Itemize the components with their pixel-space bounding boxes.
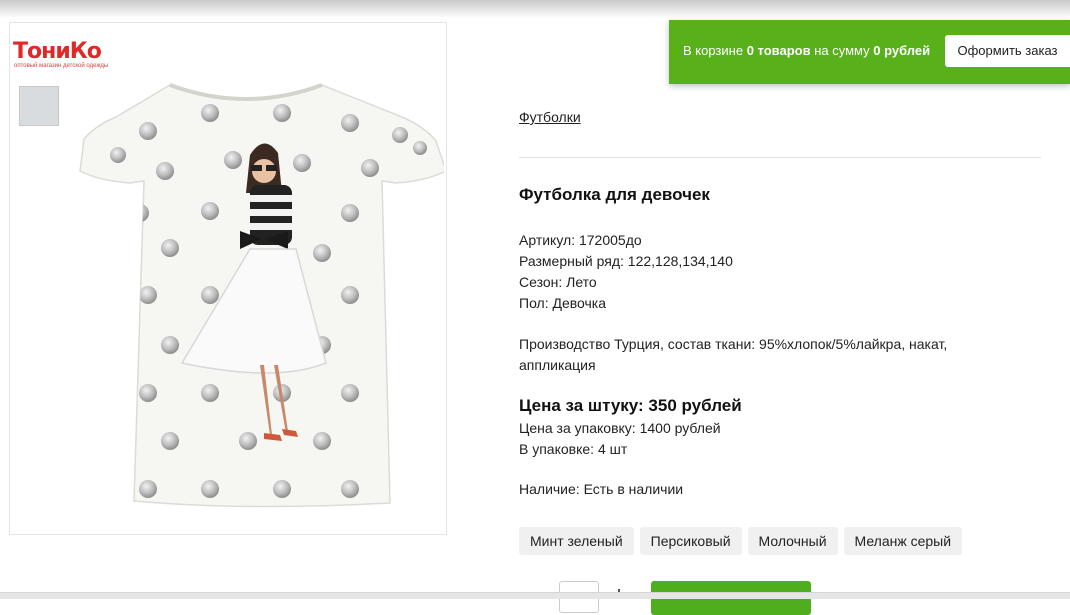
divider xyxy=(519,157,1041,158)
cart-banner: В корзине 0 товаров на сумму 0 рублей Оф… xyxy=(669,20,1070,84)
color-option-peach[interactable]: Персиковый xyxy=(639,527,742,555)
color-option-melange-grey[interactable]: Меланж серый xyxy=(843,527,963,555)
product-gallery: ТониКо оптовый магазин детской одежды xyxy=(9,22,447,535)
product-specs: Артикул: 172005до Размерный ряд: 122,128… xyxy=(519,230,733,314)
cart-total: 0 рублей xyxy=(873,43,931,58)
product-image[interactable] xyxy=(50,63,444,533)
article-number: Артикул: 172005до xyxy=(519,232,642,248)
color-option-mint[interactable]: Минт зеленый xyxy=(519,527,634,555)
top-shadow xyxy=(0,0,1070,18)
pack-price: Цена за упаковку: 1400 рублей xyxy=(519,420,721,436)
checkout-button[interactable]: Оформить заказ xyxy=(945,35,1070,67)
season: Сезон: Лето xyxy=(519,274,597,290)
product-title: Футболка для девочек xyxy=(519,185,710,204)
cart-summary: В корзине 0 товаров на сумму 0 рублей xyxy=(683,43,930,58)
gender: Пол: Девочка xyxy=(519,295,607,311)
category-link[interactable]: Футболки xyxy=(519,109,581,125)
color-options: Минт зеленый Персиковый Молочный Меланж … xyxy=(519,527,963,555)
unit-price: Цена за штуку: 350 рублей xyxy=(519,396,742,415)
pack-info: Цена за упаковку: 1400 рублей В упаковке… xyxy=(519,418,721,460)
color-option-milk[interactable]: Молочный xyxy=(747,527,838,555)
pack-quantity: В упаковке: 4 шт xyxy=(519,441,628,457)
cart-item-count: 0 товаров xyxy=(746,43,811,58)
product-description: Производство Турция, состав ткани: 95%хл… xyxy=(519,336,948,373)
availability: Наличие: Есть в наличии xyxy=(519,481,684,497)
cart-prefix: В корзине xyxy=(683,43,744,58)
cart-middle: на сумму xyxy=(814,43,870,58)
size-range: Размерный ряд: 122,128,134,140 xyxy=(519,253,733,269)
logo-title: ТониКо xyxy=(13,39,102,64)
